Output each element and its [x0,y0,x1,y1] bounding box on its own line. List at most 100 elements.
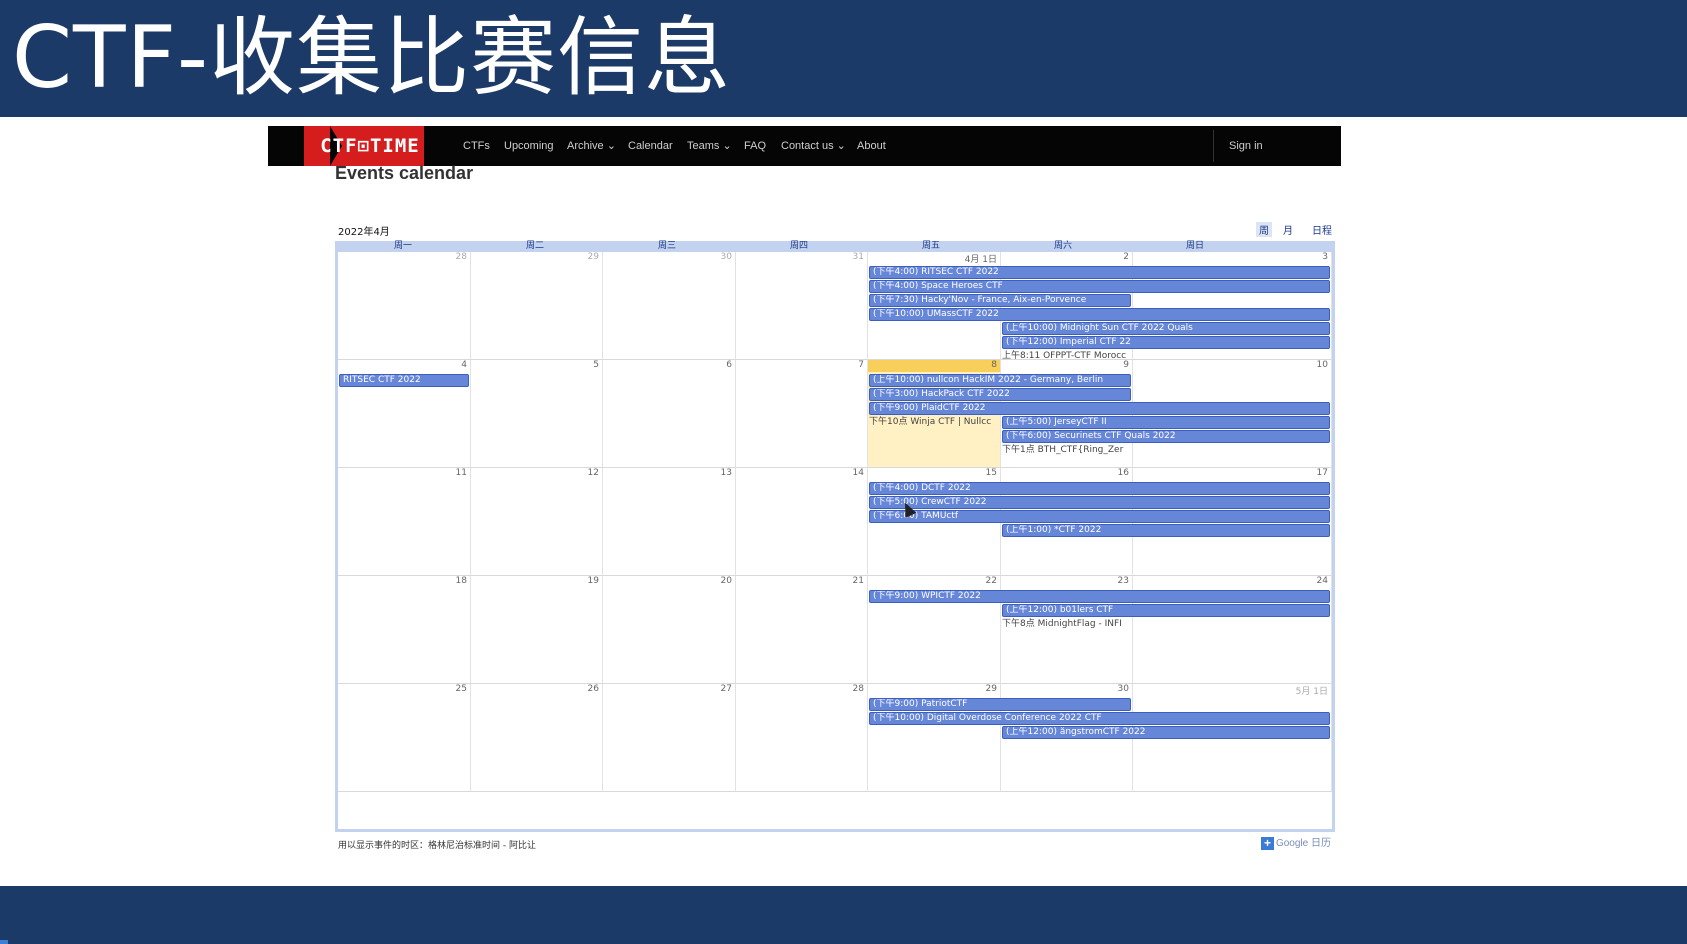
timezone-note: 用以显示事件的时区：格林尼治标准时间 - 阿比让 [338,841,536,851]
view-agenda-button[interactable]: 日程 [1312,222,1332,237]
view-week-button[interactable]: 周 [1256,222,1272,237]
day-number[interactable]: 18 [456,576,467,586]
day-number[interactable]: 10 [1317,360,1328,370]
event-bar[interactable]: (下午3:00) HackPack CTF 2022 [869,388,1131,401]
day-number[interactable]: 6 [726,360,732,370]
nav-archive[interactable]: Archive ⌄ [567,126,616,166]
events-calendar: 2022年4月 周 月 日程 周一 周二 周三 周四 周五 周六 周日 28 29 30 31 4月… [335,219,1335,856]
day-number[interactable]: 28 [456,252,467,262]
day-number[interactable]: 23 [1118,576,1129,586]
day-number[interactable]: 11 [456,468,467,478]
day-number[interactable]: 29 [986,684,997,694]
day-cell[interactable]: 5 [471,360,603,468]
event-bar[interactable]: (下午10:00) Digital Overdose Conference 20… [869,712,1330,725]
google-calendar-badge[interactable]: + Google 日历 [1260,834,1331,850]
day-number[interactable]: 25 [456,684,467,694]
day-number[interactable]: 31 [853,252,864,262]
day-number[interactable]: 5月 1日 [1296,684,1328,697]
nav-upcoming[interactable]: Upcoming [504,126,554,166]
event-bar[interactable]: (下午10:00) UMassCTF 2022 [869,308,1330,321]
day-cell[interactable]: 6 [603,360,736,468]
nav-about[interactable]: About [857,126,886,166]
nav-faq[interactable]: FAQ [744,126,766,166]
event-bar[interactable]: (下午4:00) DCTF 2022 [869,482,1330,495]
event-bar[interactable]: (下午6:00) Securinets CTF Quals 2022 [1002,430,1330,443]
day-number[interactable]: 26 [588,684,599,694]
day-cell[interactable]: 14 [736,468,868,576]
event-bar[interactable]: (下午12:00) Imperial CTF 22 [1002,336,1330,349]
day-number[interactable]: 5 [593,360,599,370]
month-grid: 28 29 30 31 4月 1日 2 3 (下午4:00) RITSEC CTF 2022(… [335,252,1335,832]
nav-ctfs[interactable]: CTFs [463,126,490,166]
day-cell[interactable]: 19 [471,576,603,684]
day-cell[interactable]: 20 [603,576,736,684]
day-number[interactable]: 13 [721,468,732,478]
day-number[interactable]: 9 [1123,360,1129,370]
day-number[interactable]: 12 [588,468,599,478]
slide-title: CTF-收集比赛信息 [12,8,732,108]
event-bar[interactable]: (下午4:00) RITSEC CTF 2022 [869,266,1330,279]
nav-contact-us[interactable]: Contact us ⌄ [781,126,846,166]
weekday-label: 周五 [921,241,940,251]
day-cell[interactable]: 29 [471,252,603,360]
day-cell[interactable]: 27 [603,684,736,792]
event-bar[interactable]: (下午9:00) WPICTF 2022 [869,590,1330,603]
day-cell[interactable]: 25 [338,684,471,792]
nav-teams[interactable]: Teams ⌄ [687,126,732,166]
day-number[interactable]: 4月 1日 [965,252,997,265]
day-number[interactable]: 22 [986,576,997,586]
day-cell[interactable]: 7 [736,360,868,468]
event-bar[interactable]: (下午5:00) CrewCTF 2022 [869,496,1330,509]
day-number[interactable]: 14 [853,468,864,478]
month-label: 2022年4月 [338,227,390,238]
event-bar[interactable]: (上午10:00) nullcon HackIM 2022 - Germany,… [869,374,1131,387]
event-bar[interactable]: (下午9:00) PlaidCTF 2022 [869,402,1330,415]
event-bar[interactable]: (上午12:00) ångstromCTF 2022 [1002,726,1330,739]
day-cell[interactable]: 13 [603,468,736,576]
event-bar[interactable]: (上午1:00) *CTF 2022 [1002,524,1330,537]
day-number[interactable]: 8 [991,360,997,370]
event-bar[interactable]: (下午6:00) TAMUctf [869,510,1330,523]
view-month-button[interactable]: 月 [1283,222,1293,237]
day-cell[interactable]: 12 [471,468,603,576]
day-number[interactable]: 7 [858,360,864,370]
event-text-item[interactable]: 下午1点 BTH_CTF{Ring_Zer [1002,444,1131,456]
event-bar[interactable]: (下午7:30) Hacky'Nov - France, Aix-en-Porv… [869,294,1131,307]
day-number[interactable]: 27 [721,684,732,694]
ctftime-logo[interactable]: CTF⊡TIME [304,126,424,166]
event-bar[interactable]: (上午5:00) JerseyCTF II [1002,416,1330,429]
day-number[interactable]: 19 [588,576,599,586]
day-number[interactable]: 21 [853,576,864,586]
day-cell[interactable]: 28 [338,252,471,360]
day-number[interactable]: 4 [461,360,467,370]
day-number[interactable]: 16 [1118,468,1129,478]
day-number[interactable]: 17 [1317,468,1328,478]
event-text-item[interactable]: 下午10点 Winja CTF | Nullcc [869,416,999,428]
day-number[interactable]: 30 [1118,684,1129,694]
day-cell[interactable]: 11 [338,468,471,576]
ctftime-screenshot: CTF⊡TIME CTFs Upcoming Archive ⌄ Calenda… [268,126,1341,866]
event-bar[interactable]: (上午12:00) b01lers CTF [1002,604,1330,617]
day-cell[interactable]: 28 [736,684,868,792]
event-text-item[interactable]: 下午8点 MidnightFlag - INFI [1002,618,1131,630]
day-number[interactable]: 24 [1317,576,1328,586]
event-bar[interactable]: (下午4:00) Space Heroes CTF [869,280,1330,293]
day-number[interactable]: 2 [1123,252,1129,262]
event-bar[interactable]: (下午9:00) PatriotCTF [869,698,1131,711]
day-cell[interactable]: 26 [471,684,603,792]
day-number[interactable]: 28 [853,684,864,694]
day-cell[interactable]: 21 [736,576,868,684]
event-bar[interactable]: (上午10:00) Midnight Sun CTF 2022 Quals [1002,322,1330,335]
weekday-label: 周四 [789,241,808,251]
event-bar[interactable]: RITSEC CTF 2022 [339,374,469,387]
day-cell[interactable]: 18 [338,576,471,684]
day-cell[interactable]: 30 [603,252,736,360]
nav-calendar[interactable]: Calendar [628,126,673,166]
day-number[interactable]: 29 [588,252,599,262]
day-number[interactable]: 20 [721,576,732,586]
sign-in-link[interactable]: Sign in [1229,126,1263,166]
day-cell[interactable]: 31 [736,252,868,360]
day-number[interactable]: 15 [986,468,997,478]
day-number[interactable]: 3 [1322,252,1328,262]
day-number[interactable]: 30 [721,252,732,262]
